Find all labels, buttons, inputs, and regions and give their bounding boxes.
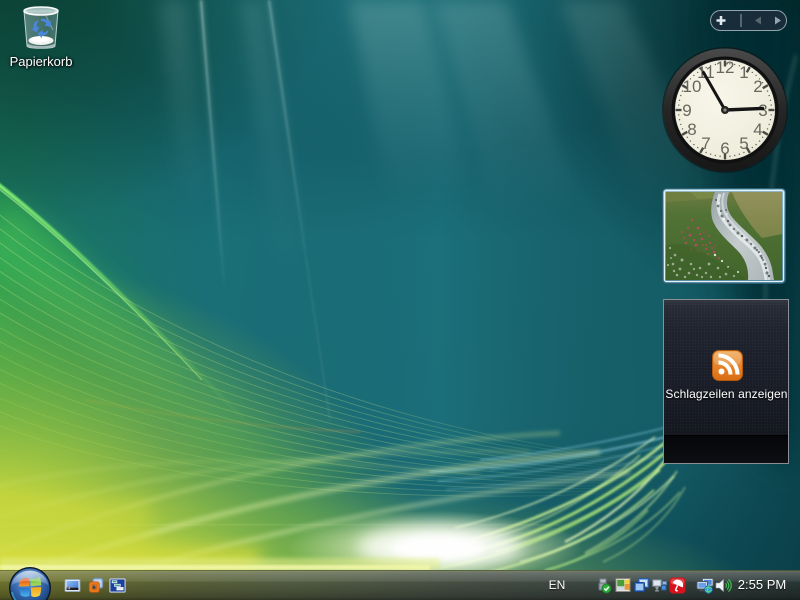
svg-text:7: 7 — [701, 134, 710, 153]
svg-text:8: 8 — [687, 120, 696, 139]
svg-text:5: 5 — [739, 134, 748, 153]
svg-text:9: 9 — [682, 101, 691, 120]
svg-text:2: 2 — [753, 77, 762, 96]
svg-text:3: 3 — [758, 101, 767, 120]
svg-text:12: 12 — [716, 58, 735, 77]
svg-text:1: 1 — [739, 63, 748, 82]
svg-text:6: 6 — [720, 139, 729, 158]
svg-text:4: 4 — [753, 120, 762, 139]
